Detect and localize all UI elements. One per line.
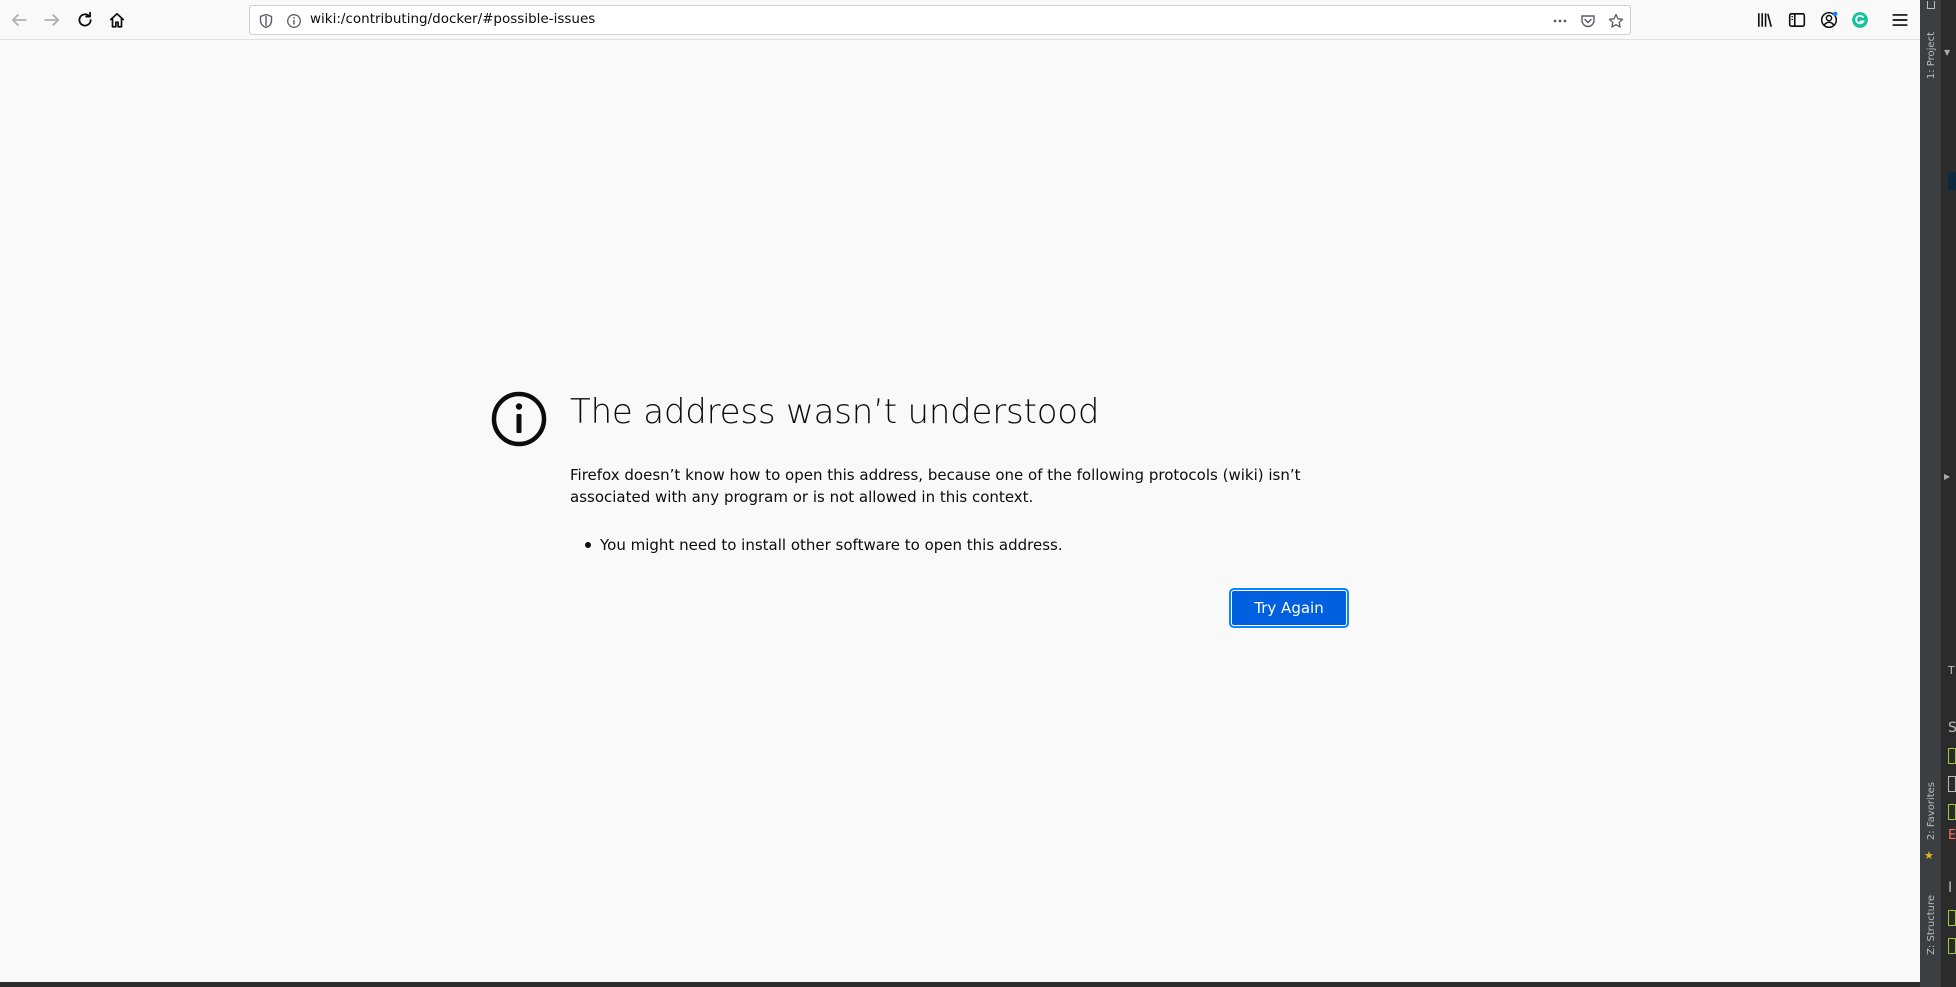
- browser-window: wiki:/contributing/docker/#possible-issu…: [0, 0, 1920, 982]
- forward-button[interactable]: [37, 4, 67, 36]
- selection-marker: [1948, 172, 1956, 190]
- reload-button[interactable]: [70, 4, 100, 36]
- collapse-arrow-icon: ▼: [1944, 48, 1951, 57]
- tab-project[interactable]: 1: Project: [1922, 14, 1940, 98]
- error-suggestions-list: You might need to install other software…: [570, 534, 1350, 556]
- try-again-button[interactable]: Try Again: [1232, 591, 1346, 625]
- grammarly-button[interactable]: [1845, 4, 1875, 36]
- grammarly-icon: [1852, 12, 1868, 28]
- checkbox-marker: [1948, 804, 1956, 820]
- expand-arrow-icon: ▶: [1944, 472, 1951, 481]
- home-button[interactable]: [102, 4, 132, 36]
- info-circle-icon: [491, 391, 547, 447]
- ide-editor-edge: ▼ ▶ T S E I: [1942, 0, 1956, 987]
- shield-icon[interactable]: [256, 11, 276, 31]
- checkbox-marker: [1948, 776, 1956, 792]
- tab-structure[interactable]: Z: Structure: [1922, 884, 1940, 966]
- account-icon: [1820, 11, 1838, 29]
- sidebar-button[interactable]: [1782, 4, 1812, 36]
- arrow-left-icon: [11, 14, 27, 26]
- menu-button[interactable]: [1885, 4, 1915, 36]
- checkbox-marker: [1948, 938, 1956, 954]
- bottom-strip: [0, 982, 1920, 987]
- checkbox-marker: [1948, 910, 1956, 926]
- bullet-icon: [585, 542, 591, 548]
- partial-letter: T: [1948, 664, 1955, 677]
- back-button[interactable]: [4, 4, 34, 36]
- partial-letter: E: [1948, 828, 1956, 843]
- partial-letter: I: [1948, 880, 1953, 896]
- sidebar-icon: [1788, 13, 1806, 27]
- home-icon: [109, 12, 125, 28]
- bookmark-star-icon[interactable]: [1606, 11, 1626, 31]
- favorites-star-icon: ★: [1924, 849, 1934, 862]
- arrow-right-icon: [44, 14, 60, 26]
- tab-favorites[interactable]: 2: Favorites: [1922, 776, 1940, 846]
- url-text[interactable]: wiki:/contributing/docker/#possible-issu…: [310, 11, 595, 27]
- error-description: Firefox doesn’t know how to open this ad…: [570, 466, 1301, 506]
- ide-side-panel: 1: Project 2: Favorites ★ Z: Structure ▼…: [1920, 0, 1956, 987]
- ide-tool-window-bar: 1: Project 2: Favorites ★ Z: Structure: [1920, 0, 1942, 987]
- navigation-toolbar: wiki:/contributing/docker/#possible-issu…: [0, 0, 1920, 40]
- reload-icon: [78, 11, 92, 27]
- checkbox-marker: [1948, 748, 1956, 764]
- suggestion-text: You might need to install other software…: [600, 536, 1063, 554]
- info-icon[interactable]: [284, 11, 304, 31]
- ide-window-icon: [1920, 0, 1942, 10]
- library-icon: [1758, 13, 1772, 27]
- list-item: You might need to install other software…: [570, 534, 1350, 556]
- hamburger-menu-icon: [1892, 14, 1908, 26]
- page-actions-icon[interactable]: [1550, 11, 1570, 31]
- library-button[interactable]: [1750, 4, 1780, 36]
- pocket-icon[interactable]: [1578, 11, 1598, 31]
- account-button[interactable]: [1814, 4, 1844, 36]
- partial-letter: S: [1948, 720, 1956, 736]
- error-title: The address wasn’t understood: [570, 392, 1100, 432]
- url-bar[interactable]: wiki:/contributing/docker/#possible-issu…: [249, 5, 1631, 35]
